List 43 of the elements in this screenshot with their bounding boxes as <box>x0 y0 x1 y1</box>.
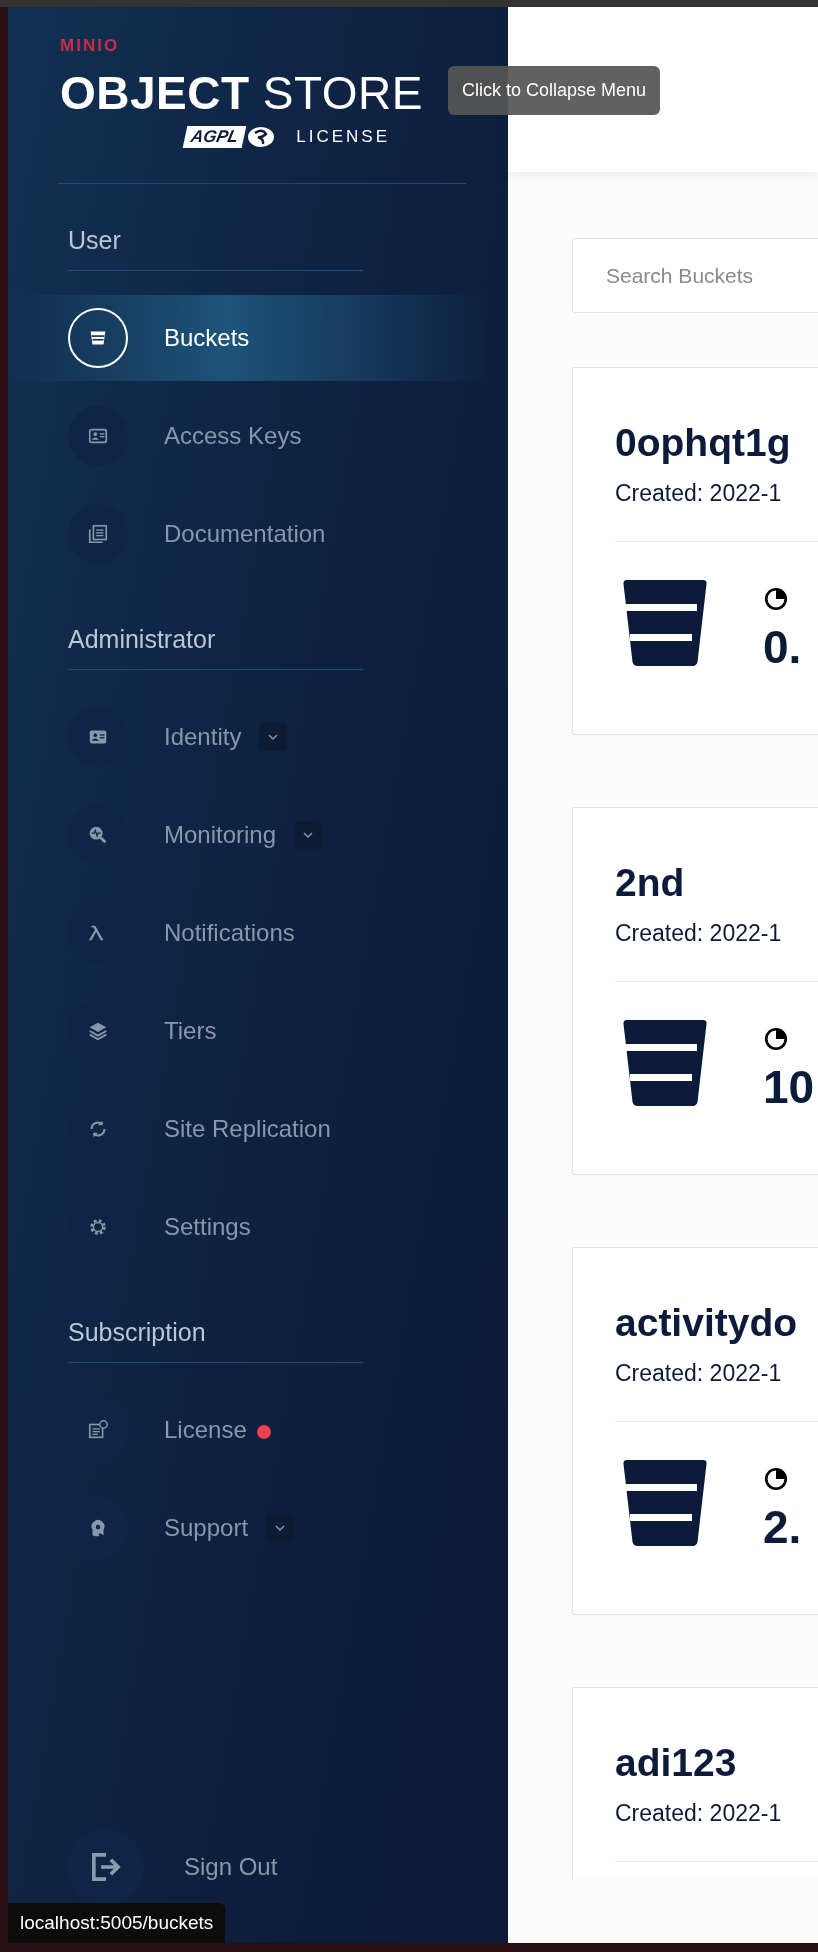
usage-value: 2. <box>763 1500 802 1554</box>
menu-item[interactable]: Site Replication <box>8 1080 488 1178</box>
bucket-name: activitydo <box>615 1300 799 1346</box>
created-date: Created: 2022-1 <box>615 480 783 507</box>
expand-chevron-icon[interactable] <box>259 723 288 751</box>
license-badge: AGPL <box>182 126 247 148</box>
created-date: Created: 2022-1 <box>615 1360 783 1387</box>
bucket-name: 0ophqt1g <box>615 420 792 466</box>
bucket-card[interactable]: activitydo Created: 2022-1 2. <box>572 1247 818 1615</box>
menu-item[interactable]: Settings <box>8 1178 488 1276</box>
status-url: localhost:5005/buckets <box>8 1903 226 1943</box>
swirl-icon <box>246 125 277 149</box>
search-field[interactable]: Search Buckets <box>572 238 818 313</box>
created-date: Created: 2022-1 <box>615 920 783 947</box>
bucket-name: adi123 <box>615 1740 738 1786</box>
usage-value: 10 <box>763 1060 815 1114</box>
pie-chart-icon <box>763 1466 789 1492</box>
product-name: OBJECT STORE <box>60 67 423 119</box>
usage-value: 0. <box>763 620 802 674</box>
section-heading: Subscription <box>68 1316 363 1363</box>
created-date: Created: 2022-1 <box>615 1800 783 1827</box>
bucket-card[interactable]: 0ophqt1g Created: 2022-1 0. <box>572 367 818 735</box>
menu-item[interactable]: Access Keys <box>8 387 488 485</box>
bucket-name: 2nd <box>615 860 686 906</box>
menu-item[interactable]: Documentation <box>8 485 488 583</box>
expand-chevron-icon[interactable] <box>266 1514 295 1542</box>
section-heading: User <box>68 224 363 271</box>
tooltip: Click to Collapse Menu <box>448 66 661 115</box>
menu-item[interactable]: Tiers <box>8 982 488 1080</box>
menu-item[interactable]: Identity <box>8 688 488 786</box>
pie-chart-icon <box>763 586 789 612</box>
section-heading: Administrator <box>68 623 363 670</box>
expand-chevron-icon[interactable] <box>294 821 323 849</box>
brand-logo-text: MINIO <box>60 37 120 55</box>
bucket-icon <box>68 308 128 368</box>
pie-chart-icon <box>763 1026 789 1052</box>
license-label: LICENSE <box>296 127 390 147</box>
bucket-card[interactable]: adi123 Created: 2022-1 <box>572 1687 818 1879</box>
menu-item[interactable]: License <box>8 1381 488 1479</box>
bucket-card[interactable]: 2nd Created: 2022-1 10 <box>572 807 818 1175</box>
menu-item[interactable]: Notifications <box>8 884 488 982</box>
menu-item[interactable]: Monitoring <box>8 786 488 884</box>
menu-item[interactable]: Support <box>8 1479 488 1577</box>
